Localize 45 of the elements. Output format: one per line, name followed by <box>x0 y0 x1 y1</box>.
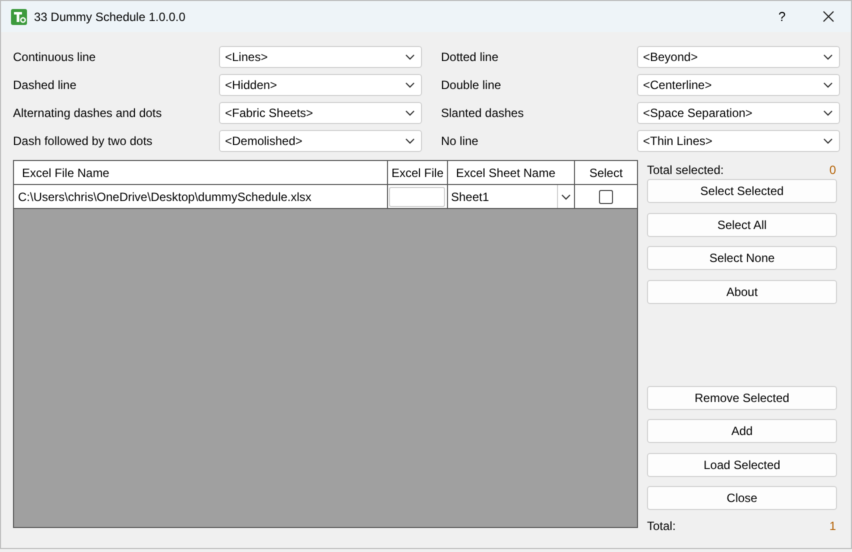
field-label: Continuous line <box>13 50 97 64</box>
action-button[interactable]: Add <box>647 419 837 443</box>
chevron-down-icon <box>405 82 415 88</box>
line-style-dropdown[interactable]: <Beyond> <box>637 46 840 68</box>
action-button[interactable]: Remove Selected <box>647 386 837 410</box>
chevron-down-icon <box>823 82 833 88</box>
field-label: Dash followed by two dots <box>13 134 154 148</box>
field-label: Alternating dashes and dots <box>13 106 163 120</box>
input-field[interactable] <box>389 186 445 206</box>
line-style-dropdown[interactable]: <Thin Lines> <box>637 130 840 152</box>
action-button[interactable]: Select All <box>647 212 837 236</box>
chevron-down-icon <box>405 110 415 116</box>
window-title: 33 Dummy Schedule 1.0.0.0 <box>34 10 186 24</box>
action-button[interactable]: Load Selected <box>647 452 837 476</box>
table-cell: C:\Users\chris\OneDrive\Desktop\dummySchedule.xlsx <box>14 185 388 209</box>
chevron-down-icon <box>823 138 833 144</box>
field-label: No line <box>440 134 480 148</box>
line-style-dropdown[interactable]: <Demolished> <box>219 130 422 152</box>
app-icon <box>11 8 27 24</box>
action-button[interactable]: Select Selected <box>647 179 837 203</box>
field-label: Slanted dashes <box>440 106 525 120</box>
help-button[interactable]: ? <box>759 9 805 24</box>
chevron-down-icon <box>823 110 833 116</box>
action-button[interactable]: About <box>647 280 837 304</box>
total-label: Total: <box>647 518 676 532</box>
chevron-down-icon <box>823 54 833 60</box>
field-label: Double line <box>440 78 502 92</box>
chevron-down-icon <box>561 194 571 200</box>
sheet-dropdown[interactable]: Sheet1 <box>448 185 574 208</box>
line-style-dropdown[interactable]: <Lines> <box>219 46 422 68</box>
total-selected-count: 0 <box>829 162 836 176</box>
chevron-down-icon <box>405 54 415 60</box>
field-label: Dotted line <box>440 50 500 64</box>
line-style-dropdown[interactable]: <Hidden> <box>219 74 422 96</box>
total-selected-label: Total selected: <box>647 162 724 176</box>
close-icon[interactable] <box>822 11 834 22</box>
total-count: 1 <box>829 518 836 532</box>
field-label: Dashed line <box>13 78 78 92</box>
line-style-dropdown[interactable]: <Space Separation> <box>637 102 840 124</box>
checkbox[interactable] <box>599 190 613 204</box>
line-style-dropdown[interactable]: <Fabric Sheets> <box>219 102 422 124</box>
action-button[interactable]: Select None <box>647 246 837 270</box>
action-button[interactable]: Close <box>647 486 837 510</box>
line-style-dropdown[interactable]: <Centerline> <box>637 74 840 96</box>
chevron-down-icon <box>405 138 415 144</box>
